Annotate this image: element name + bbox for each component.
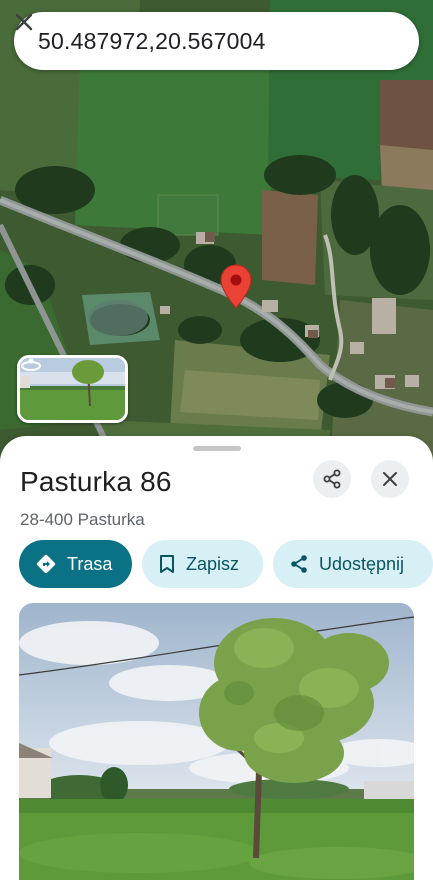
street-view-thumbnail[interactable] [17, 355, 128, 423]
drag-handle[interactable] [193, 446, 241, 451]
close-icon[interactable] [15, 13, 403, 57]
directions-button[interactable]: Trasa [19, 540, 132, 588]
close-icon [383, 472, 397, 486]
search-input[interactable]: 50.487972,20.567004 [38, 28, 371, 55]
map-pin-icon[interactable] [219, 264, 253, 310]
share-icon [323, 469, 341, 489]
directions-label: Trasa [67, 553, 113, 574]
save-button[interactable]: Zapisz [142, 540, 263, 588]
street-view-photo [19, 603, 414, 880]
share-icon [291, 555, 307, 573]
share-chip-button[interactable]: Udostępnij [273, 540, 433, 588]
place-bottom-sheet: Pasturka 86 28-400 Pasturka Trasa Zapisz [0, 436, 433, 880]
save-label: Zapisz [186, 553, 240, 574]
place-title: Pasturka 86 [20, 466, 172, 497]
share-label: Udostępnij [319, 553, 405, 574]
share-button[interactable] [313, 460, 351, 498]
search-bar[interactable]: 50.487972,20.567004 [14, 12, 419, 70]
action-chips: Trasa Zapisz Udostępnij [19, 540, 433, 588]
satellite-map[interactable]: 50.487972,20.567004 [0, 0, 433, 470]
close-sheet-button[interactable] [371, 460, 409, 498]
bookmark-icon [160, 555, 174, 573]
street-view-rotate-icon [21, 358, 41, 371]
place-photo[interactable] [19, 603, 414, 880]
place-address: 28-400 Pasturka [20, 510, 145, 529]
directions-icon [36, 554, 56, 574]
